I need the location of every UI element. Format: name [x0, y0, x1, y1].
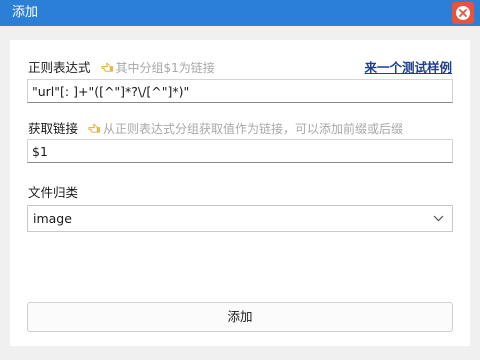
add-dialog: 添加 正则表达式 其中分组$1为链接 来一个测试样例 获取链接 从正则表达式分组获取… — [0, 0, 480, 360]
add-button[interactable]: 添加 — [27, 302, 453, 332]
link-input[interactable] — [27, 139, 453, 163]
category-select[interactable]: image — [27, 205, 453, 232]
pointing-hand-icon — [100, 62, 113, 72]
link-label: 获取链接 — [28, 121, 79, 136]
regex-hint-text: 其中分组$1为链接 — [115, 61, 215, 75]
link-hint-text: 从正则表达式分组获取值作为链接，可以添加前缀或后缀 — [103, 122, 404, 136]
test-sample-link[interactable]: 来一个测试样例 — [364, 59, 452, 77]
regex-hint: 其中分组$1为链接 — [100, 61, 215, 75]
dialog-title: 添加 — [12, 5, 39, 20]
pointing-hand-icon — [88, 123, 101, 133]
regex-input[interactable] — [27, 79, 453, 103]
category-label-row: 文件归类 — [28, 184, 452, 202]
category-selected-value: image — [33, 211, 72, 226]
form-panel: 正则表达式 其中分组$1为链接 来一个测试样例 获取链接 从正则表达式分组获取值作为… — [10, 40, 470, 346]
category-label: 文件归类 — [28, 185, 79, 200]
link-hint: 从正则表达式分组获取值作为链接，可以添加前缀或后缀 — [88, 122, 403, 136]
regex-label: 正则表达式 — [28, 60, 91, 75]
title-bar[interactable]: 添加 — [0, 0, 480, 26]
chevron-down-icon — [433, 215, 444, 222]
close-circle-icon — [456, 6, 470, 20]
regex-label-row: 正则表达式 其中分组$1为链接 来一个测试样例 — [28, 59, 452, 77]
close-button[interactable] — [452, 2, 474, 24]
link-label-row: 获取链接 从正则表达式分组获取值作为链接，可以添加前缀或后缀 — [28, 120, 452, 138]
